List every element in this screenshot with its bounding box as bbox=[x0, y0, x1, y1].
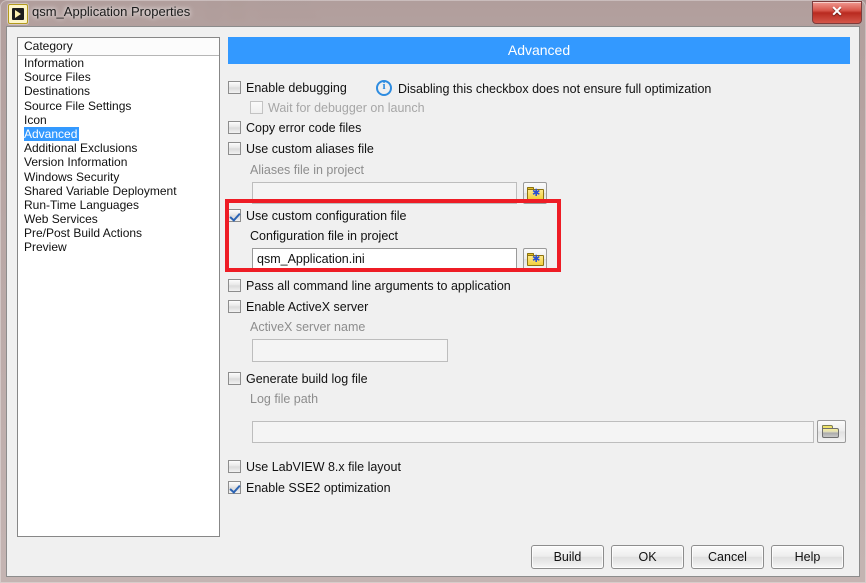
use-custom-configuration-file-label: Use custom configuration file bbox=[246, 209, 407, 223]
debug-optimization-note: Disabling this checkbox does not ensure … bbox=[376, 80, 711, 96]
aliases-file-label: Aliases file in project bbox=[250, 163, 364, 177]
info-icon bbox=[376, 80, 392, 96]
sidebar-item-preview[interactable]: Preview bbox=[18, 240, 219, 254]
enable-sse2-optimization-label: Enable SSE2 optimization bbox=[246, 481, 391, 495]
enable-sse2-optimization-row[interactable]: Enable SSE2 optimization bbox=[228, 481, 391, 495]
pass-all-command-line-arguments-label: Pass all command line arguments to appli… bbox=[246, 279, 511, 293]
generate-build-log-file-label: Generate build log file bbox=[246, 372, 368, 386]
enable-activex-server-checkbox[interactable] bbox=[228, 300, 241, 313]
debug-optimization-note-text: Disabling this checkbox does not ensure … bbox=[398, 82, 712, 96]
panel-title: Advanced bbox=[228, 37, 850, 64]
folder-star-icon: ✱ bbox=[527, 253, 544, 266]
copy-error-code-files-row[interactable]: Copy error code files bbox=[228, 121, 361, 135]
category-list-header: Category bbox=[18, 38, 219, 56]
enable-activex-server-label: Enable ActiveX server bbox=[246, 300, 369, 314]
enable-activex-server-row[interactable]: Enable ActiveX server bbox=[228, 300, 368, 314]
configuration-file-label-text: Configuration file in project bbox=[250, 229, 398, 243]
folder-star-icon: ✱ bbox=[527, 187, 544, 200]
advanced-settings-panel: Advanced Enable debugging Disabling this… bbox=[225, 37, 850, 537]
enable-sse2-optimization-checkbox[interactable] bbox=[228, 481, 241, 494]
pass-all-command-line-arguments-checkbox[interactable] bbox=[228, 279, 241, 292]
properties-dialog-window: qsm_Application Properties ✕ Category In… bbox=[0, 0, 866, 583]
close-icon: ✕ bbox=[831, 3, 843, 19]
use-custom-aliases-file-checkbox[interactable] bbox=[228, 142, 241, 155]
use-labview-8x-file-layout-checkbox[interactable] bbox=[228, 460, 241, 473]
wait-for-debugger-row: Wait for debugger on launch bbox=[250, 101, 425, 115]
sidebar-item-additional-exclusions[interactable]: Additional Exclusions bbox=[18, 141, 219, 155]
wait-for-debugger-checkbox bbox=[250, 101, 263, 114]
sidebar-item-advanced[interactable]: Advanced bbox=[18, 126, 219, 142]
use-labview-8x-file-layout-row[interactable]: Use LabVIEW 8.x file layout bbox=[228, 460, 401, 474]
dialog-client-area: Category Information Source Files Destin… bbox=[6, 26, 860, 577]
log-file-path-input[interactable] bbox=[252, 421, 814, 443]
aliases-file-label-text: Aliases file in project bbox=[250, 163, 364, 177]
sidebar-item-source-files[interactable]: Source Files bbox=[18, 70, 219, 84]
configuration-file-browse-button[interactable]: ✱ bbox=[523, 248, 547, 270]
use-custom-configuration-file-checkbox[interactable] bbox=[228, 209, 241, 222]
sidebar-item-advanced-label: Advanced bbox=[24, 126, 80, 142]
title-bar[interactable]: qsm_Application Properties ✕ bbox=[0, 0, 866, 26]
activex-server-name-input[interactable] bbox=[252, 339, 448, 362]
sidebar-item-version-information[interactable]: Version Information bbox=[18, 155, 219, 169]
labview-vi-icon bbox=[8, 4, 28, 24]
log-file-path-label-text: Log file path bbox=[250, 392, 319, 406]
aliases-file-browse-button[interactable]: ✱ bbox=[523, 182, 547, 204]
cancel-button[interactable]: Cancel bbox=[691, 545, 764, 569]
use-custom-aliases-file-row[interactable]: Use custom aliases file bbox=[228, 142, 374, 156]
sidebar-item-windows-security[interactable]: Windows Security bbox=[18, 170, 219, 184]
generate-build-log-file-checkbox[interactable] bbox=[228, 372, 241, 385]
use-labview-8x-file-layout-label: Use LabVIEW 8.x file layout bbox=[246, 460, 401, 474]
copy-error-code-files-checkbox[interactable] bbox=[228, 121, 241, 134]
sidebar-item-web-services[interactable]: Web Services bbox=[18, 212, 219, 226]
generate-build-log-file-row[interactable]: Generate build log file bbox=[228, 372, 368, 386]
category-list[interactable]: Category Information Source Files Destin… bbox=[17, 37, 220, 537]
copy-error-code-files-label: Copy error code files bbox=[246, 121, 362, 135]
use-custom-aliases-file-label: Use custom aliases file bbox=[246, 142, 374, 156]
sidebar-item-icon[interactable]: Icon bbox=[18, 113, 219, 127]
sidebar-item-shared-variable-deployment[interactable]: Shared Variable Deployment bbox=[18, 184, 219, 198]
sidebar-item-pre-post-build-actions[interactable]: Pre/Post Build Actions bbox=[18, 226, 219, 240]
enable-debugging-row[interactable]: Enable debugging bbox=[228, 81, 347, 95]
sidebar-item-run-time-languages[interactable]: Run-Time Languages bbox=[18, 198, 219, 212]
ok-button[interactable]: OK bbox=[611, 545, 684, 569]
sidebar-item-information[interactable]: Information bbox=[18, 56, 219, 70]
log-file-path-browse-button[interactable] bbox=[817, 420, 846, 443]
window-title: qsm_Application Properties bbox=[32, 4, 191, 19]
activex-server-name-label-text: ActiveX server name bbox=[250, 320, 366, 334]
activex-server-name-label: ActiveX server name bbox=[250, 320, 365, 334]
use-custom-configuration-file-row[interactable]: Use custom configuration file bbox=[228, 209, 407, 223]
log-file-path-label: Log file path bbox=[250, 392, 318, 406]
wait-for-debugger-label: Wait for debugger on launch bbox=[268, 101, 425, 115]
configuration-file-label: Configuration file in project bbox=[250, 229, 398, 243]
pass-all-command-line-arguments-row[interactable]: Pass all command line arguments to appli… bbox=[228, 279, 511, 293]
enable-debugging-checkbox[interactable] bbox=[228, 81, 241, 94]
build-button[interactable]: Build bbox=[531, 545, 604, 569]
aliases-file-input[interactable] bbox=[252, 182, 517, 204]
sidebar-item-source-file-settings[interactable]: Source File Settings bbox=[18, 99, 219, 113]
sidebar-item-destinations[interactable]: Destinations bbox=[18, 84, 219, 98]
enable-debugging-label: Enable debugging bbox=[246, 81, 347, 95]
close-button[interactable]: ✕ bbox=[812, 1, 862, 24]
help-button[interactable]: Help bbox=[771, 545, 844, 569]
configuration-file-input[interactable]: qsm_Application.ini bbox=[252, 248, 517, 271]
folder-open-icon bbox=[822, 425, 839, 438]
